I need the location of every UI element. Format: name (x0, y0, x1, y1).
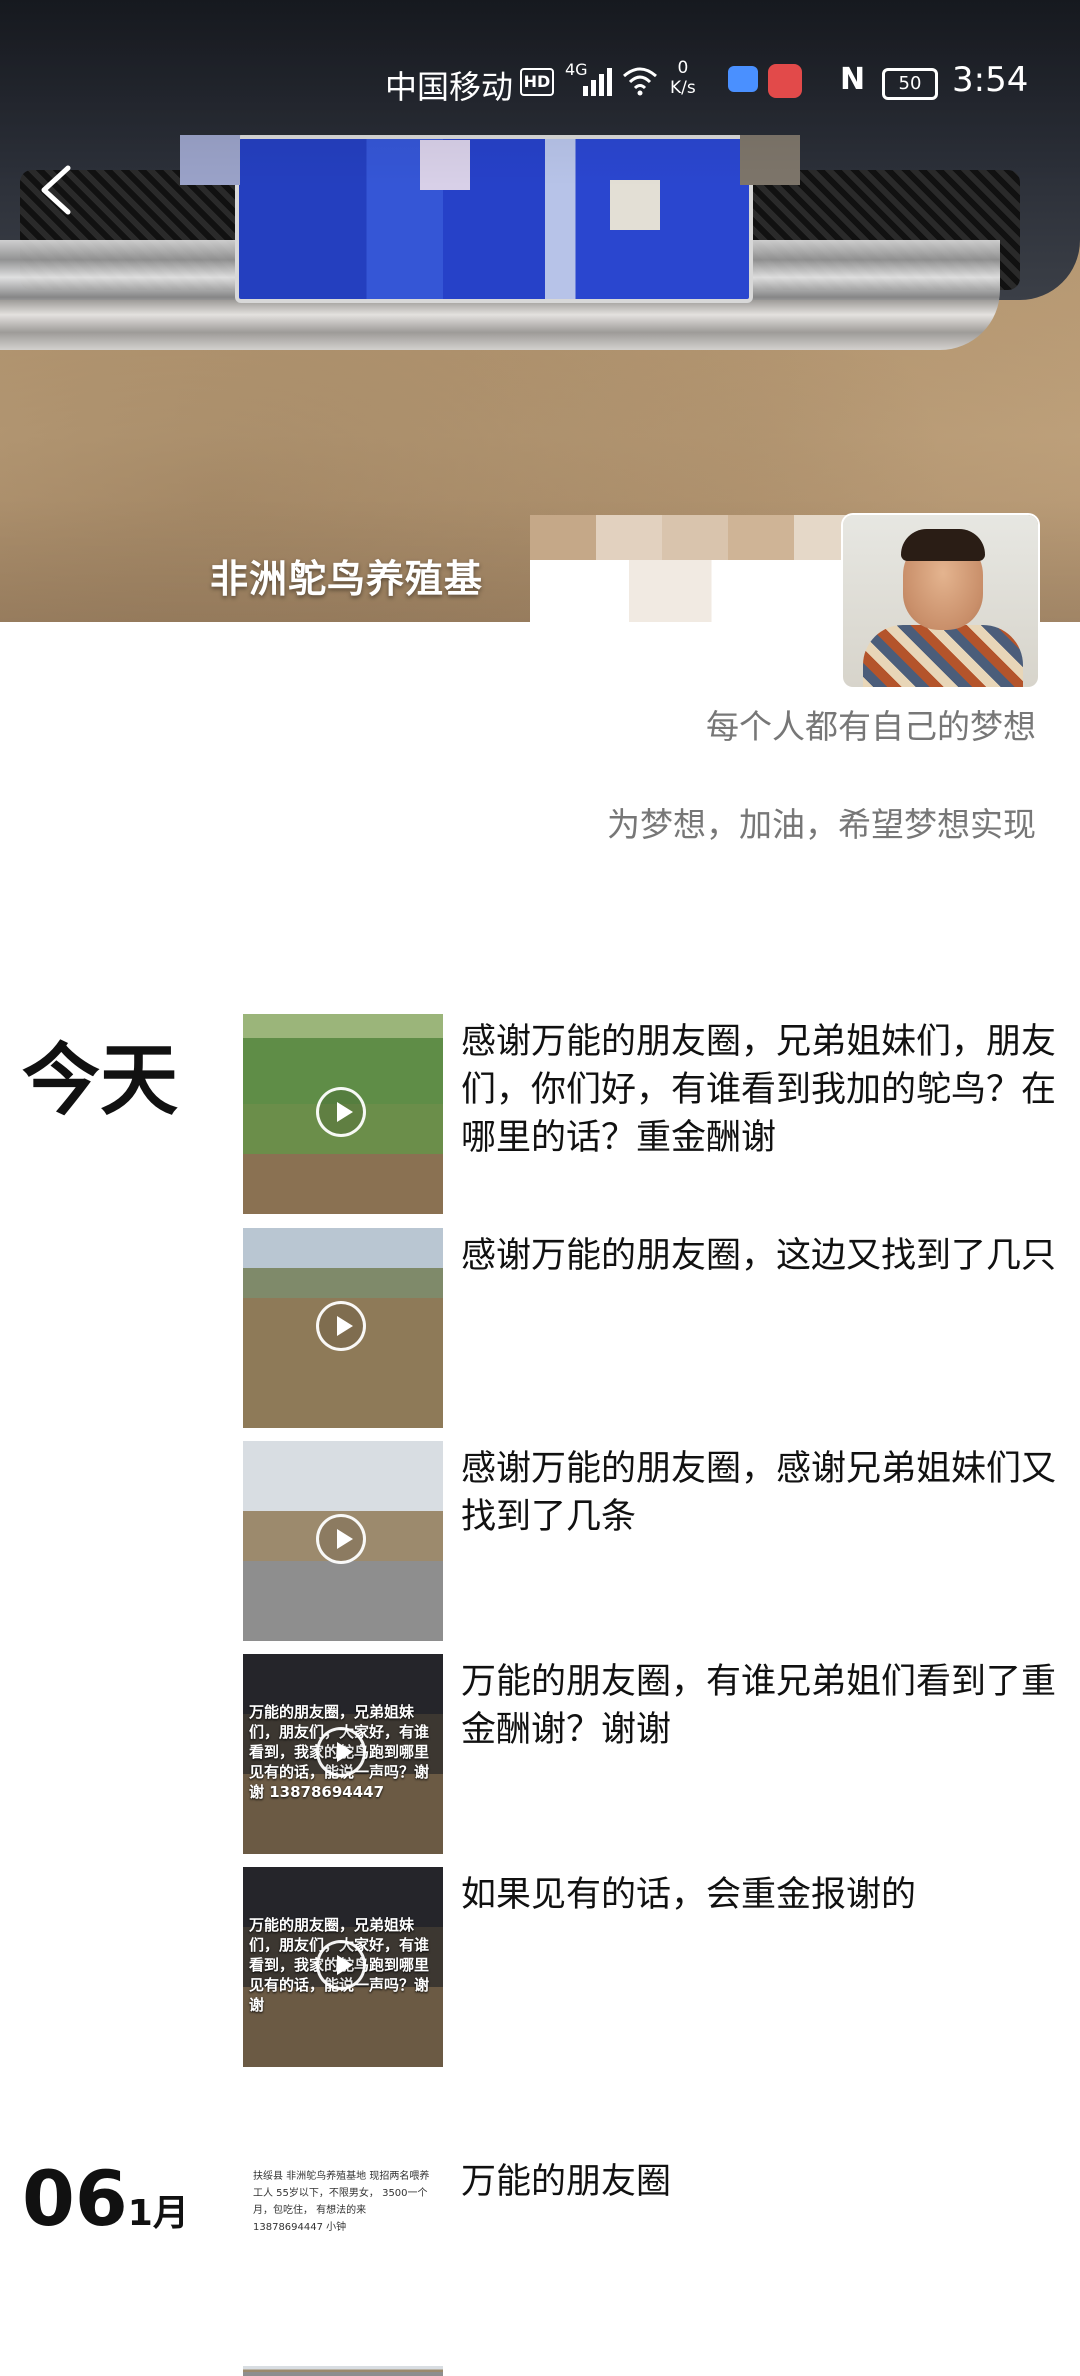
app-notification-icon (768, 64, 802, 98)
hd-icon: HD (520, 68, 554, 96)
signature-line-2: 为梦想，加油，希望梦想实现 (607, 805, 1036, 844)
moment-post[interactable]: 万能的朋友圈，兄弟姐妹们，朋友们，大家好，有谁看到，我家的鸵鸟跑到哪里见有的话，… (243, 1867, 1063, 2067)
play-icon (316, 1727, 366, 1777)
video-thumbnail[interactable] (243, 1014, 443, 1214)
play-icon (316, 1087, 366, 1137)
net-speed-unit: K/s (670, 78, 696, 98)
post-text: 感谢万能的朋友圈，这边又找到了几只 (461, 1236, 1057, 1276)
moment-post[interactable]: 扶绥县 非洲鸵鸟养殖基地 现招两名喂养工人 55岁以下，不限男女， 3500一个… (243, 2154, 1063, 2354)
date-label: 061月 (22, 2154, 189, 2243)
back-arrow-icon[interactable] (30, 160, 80, 220)
thumbnail-caption: 扶绥县 非洲鸵鸟养殖基地 现招两名喂养工人 55岁以下，不限男女， 3500一个… (253, 2171, 430, 2233)
moment-post[interactable]: 感谢万能的朋友圈，兄弟姐妹们，朋友们，你们好，有谁看到我加的鸵鸟？在哪里的话？重… (243, 1014, 1063, 1214)
blurred-name-mosaic (530, 560, 860, 622)
net-speed-value: 0 (677, 58, 689, 78)
cloud-icon (728, 66, 758, 92)
image-thumbnail[interactable] (243, 2366, 443, 2376)
date-day: 06 (22, 2154, 128, 2243)
play-icon (316, 1940, 366, 1990)
nfc-icon: N (840, 62, 866, 97)
battery-icon: 50 (882, 68, 938, 100)
date-label-today: 今天 (22, 1036, 179, 1126)
video-thumbnail[interactable]: 万能的朋友圈，兄弟姐妹们，朋友们，大家好，有谁看到，我家的鸵鸟跑到哪里见有的话，… (243, 1654, 443, 1854)
image-thumbnail[interactable]: 扶绥县 非洲鸵鸟养殖基地 现招两名喂养工人 55岁以下，不限男女， 3500一个… (243, 2154, 443, 2354)
status-bar: 中国移动 HD 4G 0 K/s N 50 3:54 (0, 48, 1080, 112)
post-text: 如果见有的话，会重金报谢的 (461, 1875, 917, 1915)
moment-post[interactable]: 感谢万能的朋友圈，这边又找到了几只 (243, 1228, 1063, 1428)
video-thumbnail[interactable]: 万能的朋友圈，兄弟姐妹们，朋友们，大家好，有谁看到，我家的鸵鸟跑到哪里见有的话，… (243, 1867, 443, 2067)
net-speed: 0 K/s (670, 58, 696, 98)
avatar-hair (901, 529, 985, 561)
avatar[interactable] (843, 515, 1038, 687)
play-icon (316, 1301, 366, 1351)
moment-post[interactable]: 感谢万能的朋友圈，感谢兄弟姐妹们又找到了几条 (243, 1441, 1063, 1641)
carrier-name: 中国移动 (385, 68, 514, 106)
wifi-icon (623, 67, 657, 96)
post-text: 万能的朋友圈 (461, 2162, 672, 2202)
clock: 3:54 (952, 60, 1029, 100)
video-thumbnail[interactable] (243, 1228, 443, 1428)
moment-post[interactable]: 万能的朋友圈，兄弟姐妹们，朋友们，大家好，有谁看到，我家的鸵鸟跑到哪里见有的话，… (243, 1654, 1063, 1854)
moment-post[interactable] (243, 2366, 1063, 2376)
avatar-shirt (863, 625, 1023, 687)
play-icon (316, 1514, 366, 1564)
post-text: 感谢万能的朋友圈，感谢兄弟姐妹们又找到了几条 (461, 1449, 1057, 1537)
signature-line-1: 每个人都有自己的梦想 (706, 707, 1036, 746)
date-month: 1月 (127, 2193, 189, 2234)
post-text: 感谢万能的朋友圈，兄弟姐妹们，朋友们，你们好，有谁看到我加的鸵鸟？在哪里的话？重… (461, 1022, 1057, 1158)
video-thumbnail[interactable] (243, 1441, 443, 1641)
signal-icon (583, 68, 612, 96)
cover-nickname: 非洲鸵鸟养殖基 (210, 557, 484, 601)
post-text: 万能的朋友圈，有谁兄弟姐们看到了重金酬谢？谢谢 (461, 1662, 1057, 1750)
